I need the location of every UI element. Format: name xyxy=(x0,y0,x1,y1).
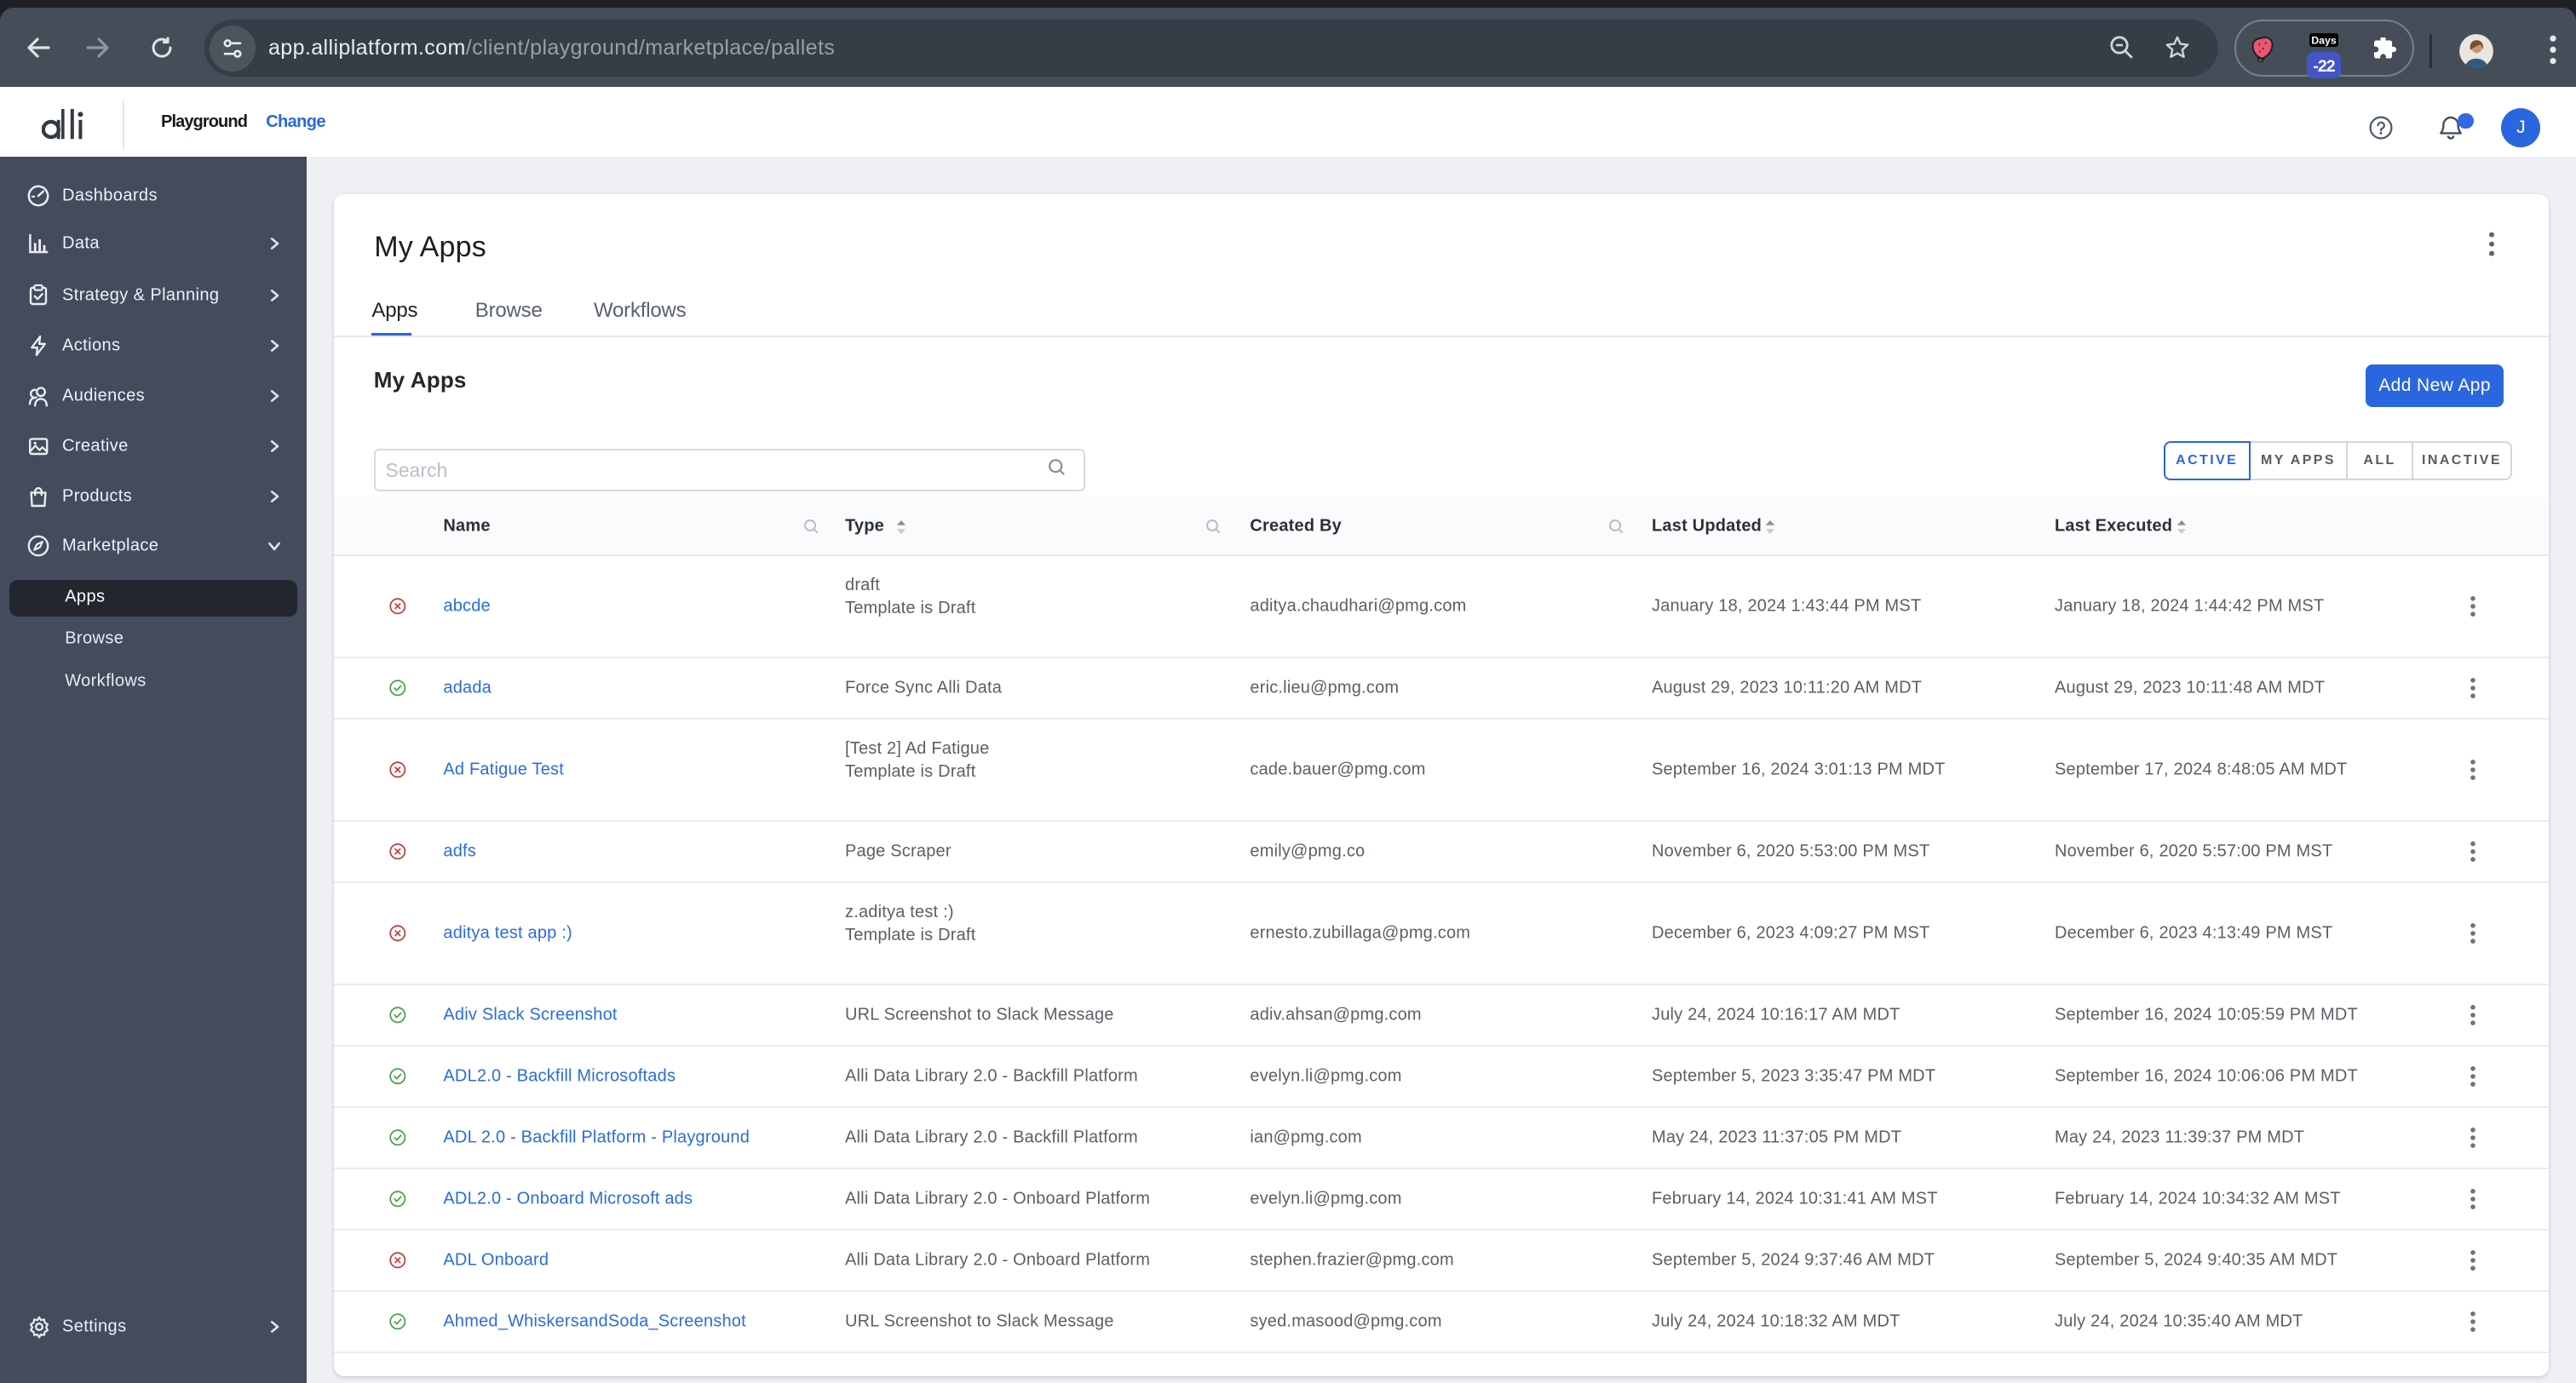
svg-text:Days: Days xyxy=(2311,35,2337,47)
svg-text:-22: -22 xyxy=(2313,57,2335,76)
